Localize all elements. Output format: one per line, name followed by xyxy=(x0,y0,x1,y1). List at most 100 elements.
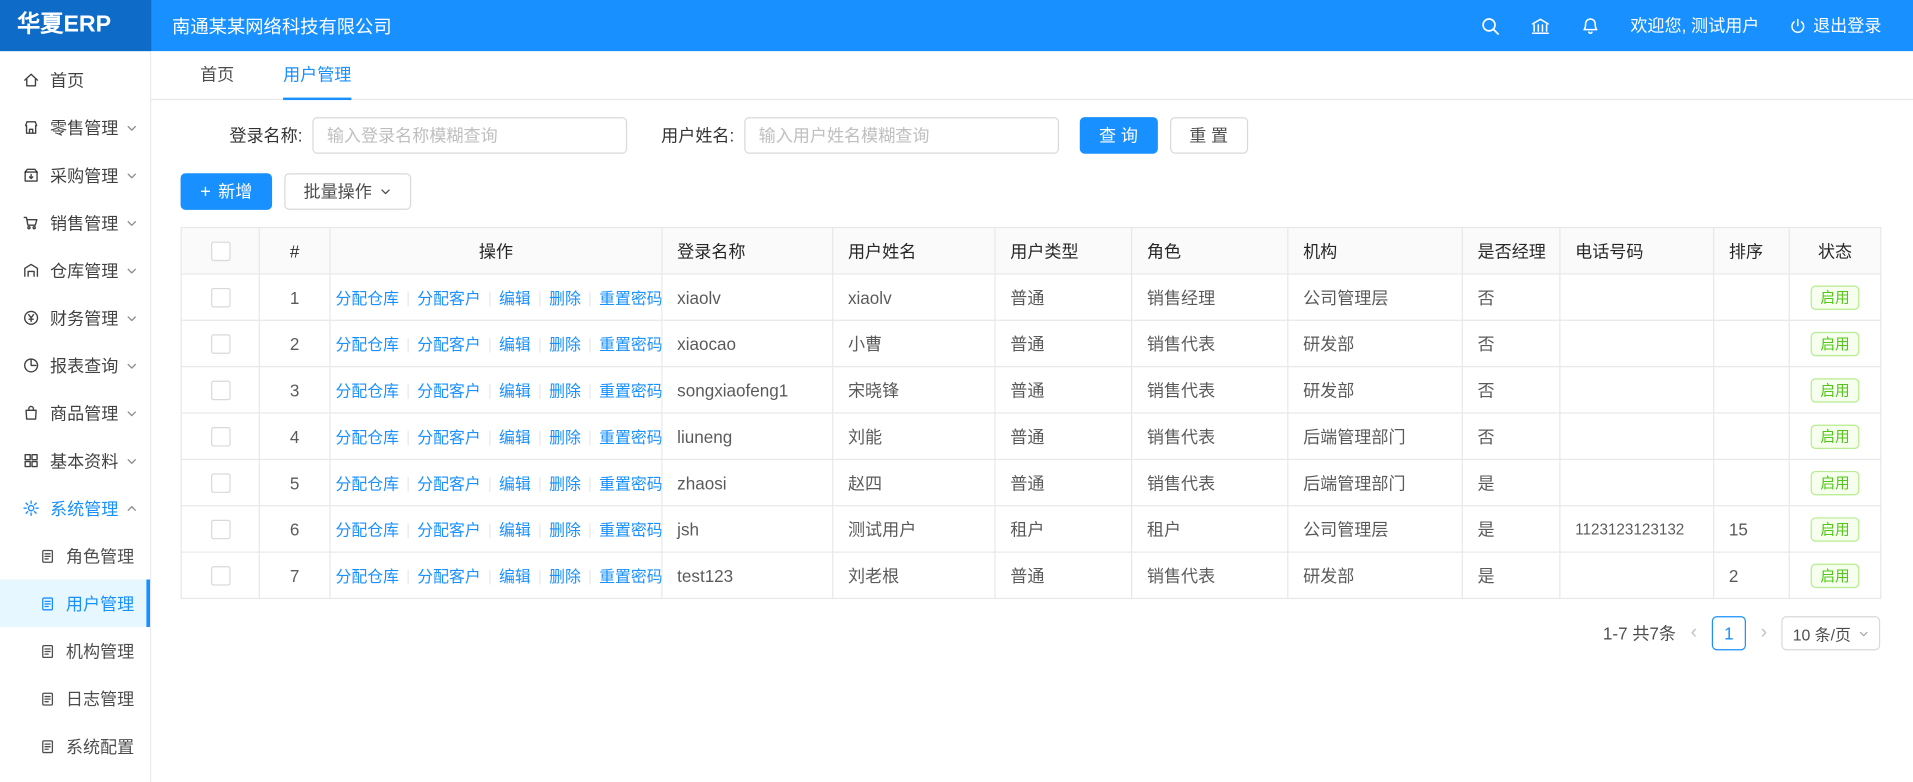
assign-customer-link[interactable]: 分配客户 xyxy=(417,382,480,400)
cell-phone xyxy=(1560,552,1714,598)
reset-password-link[interactable]: 重置密码 xyxy=(599,567,662,585)
cell-phone xyxy=(1560,413,1714,459)
row-checkbox[interactable] xyxy=(210,288,230,308)
assign-warehouse-link[interactable]: 分配仓库 xyxy=(336,336,399,354)
sidebar-item-report[interactable]: 报表查询 xyxy=(0,342,150,390)
assign-warehouse-link[interactable]: 分配仓库 xyxy=(336,289,399,307)
sidebar-item-log-management[interactable]: 日志管理 xyxy=(0,675,150,723)
add-button[interactable]: + 新增 xyxy=(181,173,272,210)
delete-link[interactable]: 删除 xyxy=(549,336,581,354)
sidebar-item-organization-management[interactable]: 机构管理 xyxy=(0,627,150,675)
cell-index: 3 xyxy=(259,367,330,413)
column-header-3: 用户姓名 xyxy=(833,228,995,274)
delete-link[interactable]: 删除 xyxy=(549,475,581,493)
prev-page-button[interactable]: ‹ xyxy=(1686,623,1702,643)
notifications-button[interactable] xyxy=(1580,15,1601,36)
tab-home[interactable]: 首页 xyxy=(200,51,234,100)
cell-org: 公司管理层 xyxy=(1288,506,1462,552)
delete-link[interactable]: 删除 xyxy=(549,428,581,446)
edit-link[interactable]: 编辑 xyxy=(499,336,531,354)
reset-password-link[interactable]: 重置密码 xyxy=(599,382,662,400)
cell-login-name: xiaocao xyxy=(662,320,833,366)
sidebar-item-home[interactable]: 首页 xyxy=(0,56,150,104)
action-divider xyxy=(589,524,590,539)
row-checkbox[interactable] xyxy=(210,427,230,447)
cell-login-name: liuneng xyxy=(662,413,833,459)
action-divider xyxy=(489,292,490,307)
row-checkbox[interactable] xyxy=(210,381,230,401)
sidebar-item-goods[interactable]: 商品管理 xyxy=(0,389,150,437)
edit-link[interactable]: 编辑 xyxy=(499,475,531,493)
delete-link[interactable]: 删除 xyxy=(549,521,581,539)
next-page-button[interactable]: › xyxy=(1756,623,1772,643)
assign-warehouse-link[interactable]: 分配仓库 xyxy=(336,521,399,539)
bank-icon xyxy=(1530,15,1551,36)
body-row: 首页零售管理采购管理销售管理仓库管理财务管理报表查询商品管理基本资料系统管理角色… xyxy=(0,51,1913,782)
sidebar-item-sales[interactable]: 销售管理 xyxy=(0,199,150,247)
batch-operations-button[interactable]: 批量操作 xyxy=(284,173,411,210)
search-button[interactable] xyxy=(1480,15,1501,36)
sidebar-item-basic-data[interactable]: 基本资料 xyxy=(0,437,150,485)
search-submit-button[interactable]: 查 询 xyxy=(1080,117,1158,154)
assign-customer-link[interactable]: 分配客户 xyxy=(417,428,480,446)
delete-link[interactable]: 删除 xyxy=(549,289,581,307)
delete-link[interactable]: 删除 xyxy=(549,567,581,585)
sidebar-item-role-management[interactable]: 角色管理 xyxy=(0,532,150,580)
tab-user-management[interactable]: 用户管理 xyxy=(283,51,351,100)
cell-index: 6 xyxy=(259,506,330,552)
reset-password-link[interactable]: 重置密码 xyxy=(599,521,662,539)
sidebar-item-purchase[interactable]: 采购管理 xyxy=(0,151,150,199)
edit-link[interactable]: 编辑 xyxy=(499,289,531,307)
sidebar-item-warehouse[interactable]: 仓库管理 xyxy=(0,246,150,294)
row-checkbox[interactable] xyxy=(210,520,230,540)
assign-customer-link[interactable]: 分配客户 xyxy=(417,289,480,307)
sidebar-item-finance[interactable]: 财务管理 xyxy=(0,294,150,342)
reset-button[interactable]: 重 置 xyxy=(1170,117,1248,154)
row-checkbox[interactable] xyxy=(210,474,230,494)
assign-warehouse-link[interactable]: 分配仓库 xyxy=(336,567,399,585)
sidebar-item-system-config[interactable]: 系统配置 xyxy=(0,722,150,770)
sidebar-item-system[interactable]: 系统管理 xyxy=(0,484,150,532)
assign-customer-link[interactable]: 分配客户 xyxy=(417,567,480,585)
edit-link[interactable]: 编辑 xyxy=(499,521,531,539)
reset-password-link[interactable]: 重置密码 xyxy=(599,336,662,354)
sidebar-item-label: 首页 xyxy=(50,68,138,92)
page-size-select[interactable]: 10 条/页 xyxy=(1782,616,1880,650)
column-header-0: # xyxy=(259,228,330,274)
assign-warehouse-link[interactable]: 分配仓库 xyxy=(336,428,399,446)
delete-link[interactable]: 删除 xyxy=(549,382,581,400)
edit-link[interactable]: 编辑 xyxy=(499,428,531,446)
logout-button[interactable]: 退出登录 xyxy=(1789,13,1882,37)
action-divider xyxy=(539,524,540,539)
current-page-button[interactable]: 1 xyxy=(1712,616,1746,650)
assign-customer-link[interactable]: 分配客户 xyxy=(417,521,480,539)
cell-sort: 2 xyxy=(1714,552,1790,598)
edit-link[interactable]: 编辑 xyxy=(499,382,531,400)
tab-bar: 首页用户管理 xyxy=(151,51,1913,100)
sidebar-item-retail[interactable]: 零售管理 xyxy=(0,104,150,152)
select-all-checkbox[interactable] xyxy=(210,242,230,262)
user-name-input[interactable] xyxy=(744,117,1059,154)
reset-password-link[interactable]: 重置密码 xyxy=(599,475,662,493)
welcome-user-menu[interactable]: 欢迎您, 测试用户 xyxy=(1630,13,1759,37)
row-checkbox[interactable] xyxy=(210,566,230,586)
cell-manager: 是 xyxy=(1462,552,1560,598)
reset-password-link[interactable]: 重置密码 xyxy=(599,289,662,307)
cell-role: 销售代表 xyxy=(1132,367,1288,413)
app-logo[interactable]: 华夏ERP xyxy=(0,0,151,51)
cell-user-type: 普通 xyxy=(995,459,1132,505)
app-root: 华夏ERP 南通某某网络科技有限公司 欢迎您, 测试用户 退出登录 首页零售管理… xyxy=(0,0,1913,782)
assign-customer-link[interactable]: 分配客户 xyxy=(417,336,480,354)
login-name-input[interactable] xyxy=(312,117,627,154)
assign-warehouse-link[interactable]: 分配仓库 xyxy=(336,475,399,493)
row-checkbox[interactable] xyxy=(210,334,230,354)
sidebar-item-user-management[interactable]: 用户管理 xyxy=(0,580,150,628)
login-name-label: 登录名称: xyxy=(229,123,302,147)
edit-link[interactable]: 编辑 xyxy=(499,567,531,585)
action-divider xyxy=(408,477,409,492)
bank-button[interactable] xyxy=(1530,15,1551,36)
main-area: 首页用户管理 登录名称: 用户姓名: 查 询 重 置 + 新增 xyxy=(151,51,1913,782)
assign-customer-link[interactable]: 分配客户 xyxy=(417,475,480,493)
assign-warehouse-link[interactable]: 分配仓库 xyxy=(336,382,399,400)
reset-password-link[interactable]: 重置密码 xyxy=(599,428,662,446)
